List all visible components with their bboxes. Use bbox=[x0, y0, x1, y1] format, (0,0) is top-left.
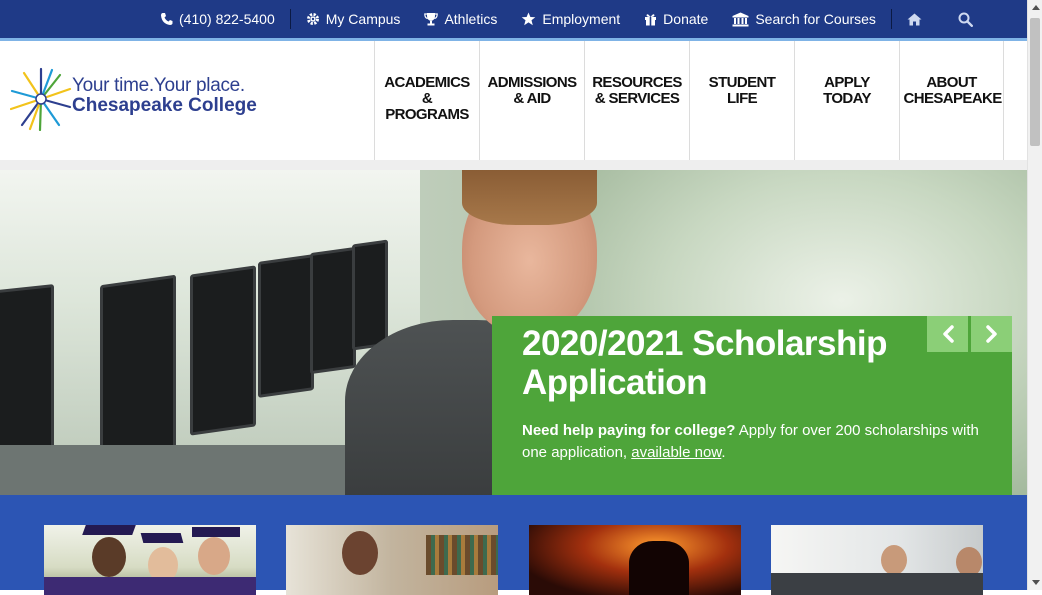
slide-lead: Need help paying for college? bbox=[522, 422, 736, 439]
divider bbox=[289, 9, 291, 29]
nav-resources-services[interactable]: RESOURCES & SERVICES bbox=[584, 41, 689, 160]
athletics-label: Athletics bbox=[444, 11, 498, 27]
utility-links: (410) 822-5400 My Campus Athletics Emplo… bbox=[160, 0, 1003, 38]
main-nav: ACADEMICS & PROGRAMS ADMISSIONS & AID RE… bbox=[374, 41, 1004, 160]
nav-admissions-aid[interactable]: ADMISSIONS & AID bbox=[479, 41, 584, 160]
slide-next-button[interactable] bbox=[971, 316, 1012, 352]
slide-title: 2020/2021 Scholarship Application bbox=[522, 324, 888, 402]
nav-label: RESOURCES & SERVICES bbox=[592, 74, 682, 107]
nav-label: ADMISSIONS & AID bbox=[487, 74, 577, 107]
feature-card-graduates[interactable] bbox=[44, 525, 256, 595]
header-divider bbox=[0, 160, 1027, 170]
graduation-cap-image bbox=[140, 533, 184, 543]
chevron-right-icon bbox=[985, 325, 997, 343]
bookshelf-image bbox=[426, 535, 498, 575]
monitor-image bbox=[310, 246, 356, 375]
phone-number: (410) 822-5400 bbox=[179, 11, 275, 27]
utility-bar: (410) 822-5400 My Campus Athletics Emplo… bbox=[0, 0, 1027, 38]
logo-tagline: Your time.Your place. bbox=[72, 75, 245, 96]
slide-description: Need help paying for college? Apply for … bbox=[522, 420, 982, 464]
performer-silhouette-image bbox=[629, 541, 689, 595]
college-logo[interactable]: Your time.Your place. Chesapeake College bbox=[10, 67, 257, 131]
classroom-people-image bbox=[771, 573, 983, 595]
donate-link[interactable]: Donate bbox=[644, 11, 708, 27]
scroll-up-button[interactable] bbox=[1028, 0, 1042, 15]
monitor-image bbox=[258, 254, 314, 398]
search-icon bbox=[958, 12, 973, 27]
scroll-down-button[interactable] bbox=[1028, 575, 1042, 590]
nav-label: ABOUT CHESAPEAKE bbox=[903, 74, 1003, 107]
my-campus-link[interactable]: My Campus bbox=[306, 11, 401, 27]
logo-name: Chesapeake College bbox=[72, 95, 257, 116]
divider bbox=[890, 9, 892, 29]
chevron-left-icon bbox=[942, 325, 954, 343]
search-button[interactable] bbox=[958, 12, 979, 27]
home-icon bbox=[907, 13, 922, 25]
trophy-icon bbox=[424, 13, 439, 26]
triangle-up-icon bbox=[1031, 5, 1040, 10]
nav-label: APPLY TODAY bbox=[823, 74, 871, 107]
graduate-face-image bbox=[198, 537, 230, 575]
phone-icon bbox=[161, 13, 173, 25]
nav-academics-programs[interactable]: ACADEMICS & PROGRAMS bbox=[374, 41, 479, 160]
gift-icon bbox=[645, 14, 657, 26]
gown-image bbox=[44, 577, 256, 595]
nav-student-life[interactable]: STUDENT LIFE bbox=[689, 41, 794, 160]
student-face-image bbox=[342, 531, 378, 575]
athletics-link[interactable]: Athletics bbox=[424, 11, 497, 27]
nav-label: STUDENT LIFE bbox=[708, 74, 776, 107]
graduation-cap-image bbox=[192, 527, 240, 537]
donate-label: Donate bbox=[663, 11, 709, 27]
my-campus-label: My Campus bbox=[325, 11, 401, 27]
hero-slider: 2020/2021 Scholarship Application Need h… bbox=[0, 170, 1027, 495]
site-header: Your time.Your place. Chesapeake College… bbox=[0, 41, 1027, 161]
feature-card-student[interactable] bbox=[286, 525, 498, 595]
feature-band bbox=[0, 495, 1027, 595]
starburst-logo-icon bbox=[10, 67, 72, 131]
graduation-cap-image bbox=[82, 525, 136, 535]
scroll-thumb[interactable] bbox=[1030, 18, 1040, 146]
feature-card-classroom[interactable] bbox=[771, 525, 983, 595]
gear-icon bbox=[306, 13, 319, 25]
home-button[interactable] bbox=[907, 13, 928, 26]
search-courses-label: Search for Courses bbox=[755, 11, 876, 27]
nav-apply-today[interactable]: APPLY TODAY bbox=[794, 41, 899, 160]
slide-end-text: . bbox=[721, 444, 726, 461]
star-icon bbox=[522, 12, 536, 26]
search-courses-link[interactable]: Search for Courses bbox=[732, 11, 876, 27]
monitor-image bbox=[190, 265, 256, 436]
available-now-link[interactable]: available now bbox=[631, 444, 721, 461]
employment-label: Employment bbox=[542, 11, 621, 27]
phone-link[interactable]: (410) 822-5400 bbox=[160, 11, 275, 27]
page-scrollbar[interactable] bbox=[1027, 0, 1042, 590]
employment-link[interactable]: Employment bbox=[521, 11, 620, 27]
triangle-down-icon bbox=[1031, 580, 1040, 585]
institution-icon bbox=[732, 12, 749, 26]
nav-label: ACADEMICS & PROGRAMS bbox=[384, 74, 470, 123]
slide-prev-button[interactable] bbox=[927, 316, 968, 352]
instructor-face-image bbox=[881, 545, 907, 575]
student-hair-image bbox=[462, 170, 597, 225]
nav-about-chesapeake[interactable]: ABOUT CHESAPEAKE bbox=[899, 41, 1004, 160]
feature-card-performance[interactable] bbox=[529, 525, 741, 595]
monitor-image bbox=[100, 274, 176, 472]
graduate-face-image bbox=[92, 537, 126, 577]
monitor-image bbox=[352, 239, 388, 351]
